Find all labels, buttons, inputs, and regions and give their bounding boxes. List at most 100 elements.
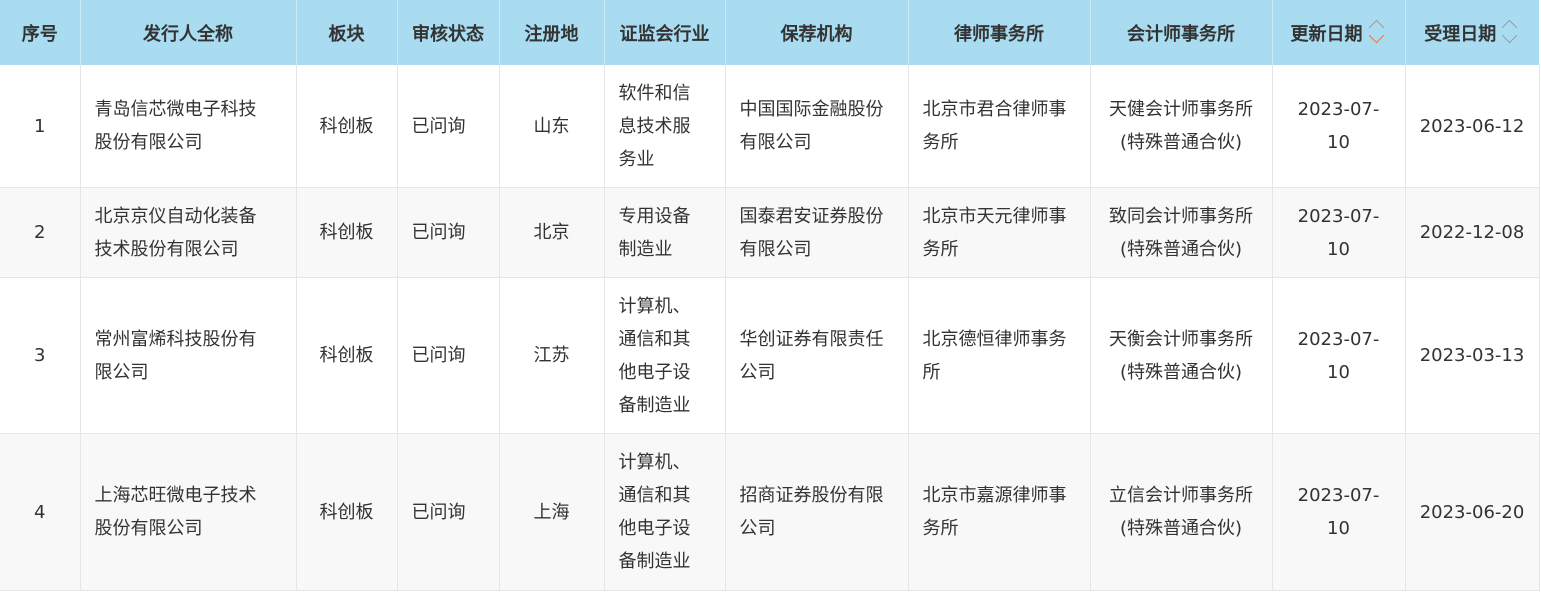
- cell-issuer: 上海芯旺微电子技术 股份有限公司: [80, 433, 297, 591]
- cell-sponsor: 华创证券有限责任 公司: [725, 277, 909, 434]
- cell-line: 计算机、: [618, 295, 691, 317]
- cell-issuer: 青岛信芯微电子科技 股份有限公司: [80, 65, 297, 188]
- cell-line: 致同会计师事务所: [1109, 205, 1253, 227]
- cell-line: 有限公司: [739, 238, 812, 260]
- cell-line: 公司: [739, 361, 776, 383]
- cell-status: 已问询: [397, 433, 500, 591]
- cell-line: (特殊普通合伙): [1119, 361, 1243, 383]
- header-status: 审核状态: [397, 0, 500, 65]
- cell-accept-date: 2023-06-20: [1405, 433, 1540, 591]
- cell-law-firm: 北京市嘉源律师事 务所: [908, 433, 1091, 591]
- header-location: 注册地: [499, 0, 605, 65]
- cell-line: 软件和信: [618, 82, 691, 104]
- cell-line: 务业: [618, 148, 655, 170]
- cell-line: 通信和其: [618, 485, 691, 506]
- table-header-row: 序号 发行人全称 板块 审核状态 注册地 证监会行业 保荐机构 律师事务所 会计…: [0, 0, 1539, 65]
- header-sponsor: 保荐机构: [725, 0, 909, 65]
- cell-line: 股份有限公司: [94, 132, 203, 153]
- cell-line: 北京市君合律师事: [922, 99, 1067, 120]
- cell-line: 中国国际金融股份: [739, 99, 884, 120]
- cell-line: 青岛信芯微电子科技: [94, 99, 257, 120]
- cell-line: 立信会计师事务所: [1109, 485, 1253, 506]
- cell-industry: 专用设备 制造业: [604, 187, 726, 278]
- cell-status: 已问询: [397, 187, 500, 278]
- cell-sponsor: 中国国际金融股份 有限公司: [725, 65, 909, 188]
- header-issuer: 发行人全称: [80, 0, 297, 65]
- cell-accounting-firm: 天衡会计师事务所 (特殊普通合伙): [1090, 277, 1273, 434]
- cell-sponsor: 招商证券股份有限 公司: [725, 433, 909, 591]
- header-index: 序号: [0, 0, 81, 65]
- cell-line: 常州富烯科技股份有: [94, 328, 257, 350]
- cell-line: 华创证券有限责任: [739, 328, 884, 350]
- cell-update-date: 2023-07-10: [1272, 277, 1406, 434]
- cell-law-firm: 北京德恒律师事务所: [908, 277, 1091, 434]
- cell-update-date: 2023-07-10: [1272, 433, 1406, 591]
- cell-index: 2: [0, 187, 81, 278]
- cell-sponsor: 国泰君安证券股份 有限公司: [725, 187, 909, 278]
- cell-location: 山东: [499, 65, 605, 188]
- header-industry: 证监会行业: [604, 0, 726, 65]
- cell-line: (特殊普通合伙): [1119, 518, 1243, 539]
- cell-accounting-firm: 立信会计师事务所 (特殊普通合伙): [1090, 433, 1273, 591]
- header-board: 板块: [296, 0, 398, 65]
- cell-accept-date: 2023-06-12: [1405, 65, 1540, 188]
- cell-location: 江苏: [499, 277, 605, 434]
- cell-line: 所: [922, 361, 941, 383]
- cell-issuer: 常州富烯科技股份有 限公司: [80, 277, 297, 434]
- cell-line: 招商证券股份有限: [739, 485, 884, 506]
- header-update-date-label: 更新日期: [1290, 23, 1363, 45]
- cell-line: 务所: [922, 518, 959, 539]
- cell-accept-date: 2022-12-08: [1405, 187, 1540, 278]
- header-accounting-firm: 会计师事务所: [1090, 0, 1273, 65]
- cell-line: 计算机、: [618, 452, 691, 473]
- cell-law-firm: 北京市天元律师事 务所: [908, 187, 1091, 278]
- cell-line: 技术股份有限公司: [94, 238, 239, 260]
- table-row: 1 青岛信芯微电子科技 股份有限公司 科创板 已问询 山东 软件和信 息技术服 务业 …: [0, 65, 1540, 188]
- cell-industry: 软件和信息技术服务业: [604, 65, 726, 188]
- cell-line: 北京市嘉源律师事: [922, 485, 1067, 506]
- header-law-firm: 律师事务所: [908, 0, 1091, 65]
- cell-law-firm: 北京市君合律师事 务所: [908, 65, 1091, 188]
- cell-line: 务所: [922, 132, 959, 153]
- cell-board: 科创板: [296, 277, 398, 434]
- cell-line: 息技术服: [618, 115, 691, 137]
- cell-line: 天健会计师事务所: [1109, 99, 1253, 120]
- cell-line: 通信和其: [618, 328, 691, 350]
- header-accept-date-label: 受理日期: [1424, 23, 1497, 45]
- cell-line: 备制造业: [618, 394, 691, 416]
- cell-index: 1: [0, 65, 81, 188]
- update-date-sort-toggle[interactable]: [1368, 16, 1387, 50]
- cell-line: 公司: [739, 518, 776, 539]
- cell-line: 北京京仪自动化装备: [94, 205, 257, 227]
- cell-line: 股份有限公司: [94, 518, 203, 539]
- cell-line: (特殊普通合伙): [1119, 132, 1243, 153]
- cell-board: 科创板: [296, 65, 398, 188]
- cell-accept-date: 2023-03-13: [1405, 277, 1540, 434]
- ipo-review-table: 序号 发行人全称 板块 审核状态 注册地 证监会行业 保荐机构 律师事务所 会计…: [0, 0, 1540, 591]
- cell-board: 科创板: [296, 433, 398, 591]
- table-row: 3 常州富烯科技股份有 限公司 科创板 已问询 江苏 计算机、 通信和其 他电子设 备制…: [0, 277, 1540, 434]
- cell-line: 专用设备: [618, 205, 691, 227]
- accept-date-sort-toggle[interactable]: [1501, 16, 1520, 50]
- cell-line: 备制造业: [618, 551, 691, 572]
- cell-line: 天衡会计师事务所: [1109, 328, 1253, 350]
- cell-line: (特殊普通合伙): [1119, 238, 1243, 260]
- cell-index: 4: [0, 433, 81, 591]
- cell-status: 已问询: [397, 277, 500, 434]
- cell-status: 已问询: [397, 65, 500, 188]
- cell-board: 科创板: [296, 187, 398, 278]
- header-accept-date[interactable]: 受理日期: [1405, 0, 1539, 65]
- cell-accounting-firm: 致同会计师事务所 (特殊普通合伙): [1090, 187, 1273, 278]
- cell-line: 国泰君安证券股份: [739, 205, 884, 227]
- cell-line: 制造业: [618, 238, 673, 260]
- table-row: 4 上海芯旺微电子技术 股份有限公司 科创板 已问询 上海 计算机、 通信和其 他电子…: [0, 433, 1540, 591]
- cell-industry: 计算机、 通信和其 他电子设 备制造业: [604, 433, 726, 591]
- cell-line: 北京德恒律师事务: [922, 328, 1067, 350]
- cell-accounting-firm: 天健会计师事务所 (特殊普通合伙): [1090, 65, 1273, 188]
- cell-line: 他电子设: [618, 361, 691, 383]
- cell-line: 限公司: [94, 361, 149, 383]
- cell-issuer: 北京京仪自动化装备 技术股份有限公司: [80, 187, 297, 278]
- cell-line: 上海芯旺微电子技术: [94, 485, 257, 506]
- table-row: 2 北京京仪自动化装备 技术股份有限公司 科创板 已问询 北京 专用设备 制造业 国…: [0, 187, 1540, 278]
- header-update-date[interactable]: 更新日期: [1272, 0, 1406, 65]
